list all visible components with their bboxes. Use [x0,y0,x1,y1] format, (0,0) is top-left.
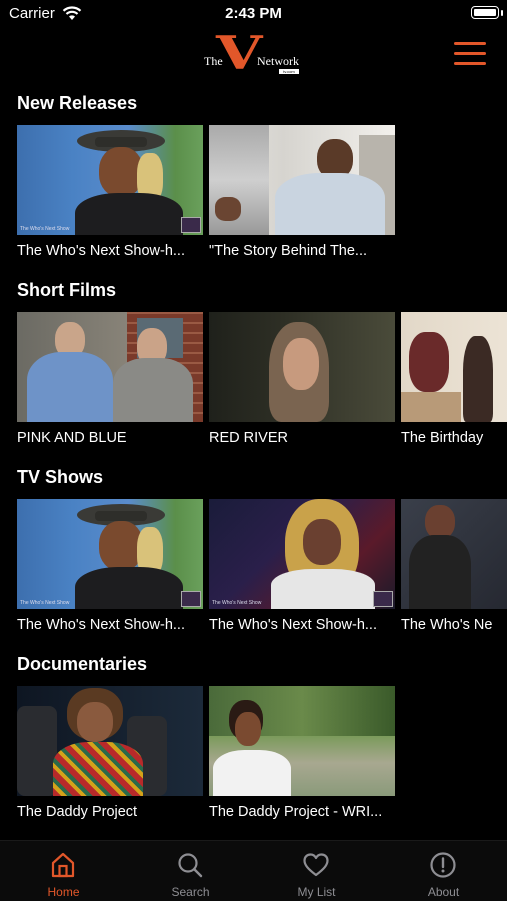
video-thumbnail[interactable] [401,312,507,422]
app-logo[interactable]: V The Network tv.com [200,28,310,78]
video-card[interactable]: PINK AND BLUE [17,312,203,446]
tab-home[interactable]: Home [0,841,127,901]
video-title: The Daddy Project - WRI... [209,804,383,820]
video-card[interactable]: RED RIVER [209,312,395,446]
thumbnail-watermark: The Who's Next Show [20,226,70,232]
logo-network: Network [257,54,299,68]
video-card[interactable]: "The Story Behind The... [209,125,395,259]
thumbnail-watermark: The Who's Next Show [212,600,262,606]
tab-search-label: Search [171,885,210,899]
video-thumbnail[interactable]: The Who's Next Show [17,499,203,609]
row-short-films[interactable]: PINK AND BLUE RED RIVER The Birthday [0,312,507,472]
video-card[interactable]: The Daddy Project [17,686,203,820]
row-new-releases[interactable]: The Who's Next Show The Who's Next Show-… [0,125,507,285]
video-card[interactable]: The Who's Next Show The Who's Next Show-… [17,125,203,259]
battery-icon [471,6,499,19]
video-title: The Who's Next Show-h... [209,617,377,633]
tab-bar: Home Search My List About [0,840,507,901]
video-card[interactable]: The Daddy Project - WRI... [209,686,395,820]
video-title: The Who's Next Show-h... [17,617,185,633]
section-title-documentaries: Documentaries [17,654,148,674]
hamburger-menu-icon[interactable] [454,42,486,66]
tab-my-list-label: My List [297,885,336,899]
logo-the: The [204,54,223,68]
logo-v: V [216,26,263,80]
tab-about-label: About [427,885,460,899]
video-thumbnail[interactable] [209,312,395,422]
logo-tag: tv.com [279,69,299,74]
video-title: The Who's Ne [401,617,493,633]
heart-icon [303,853,329,877]
row-tv-shows[interactable]: The Who's Next Show The Who's Next Show-… [0,499,507,659]
video-card[interactable]: The Birthday [401,312,507,446]
video-thumbnail[interactable] [17,312,203,422]
video-thumbnail[interactable]: The Who's Next Show [17,125,203,235]
status-bar: Carrier 2:43 PM [0,0,507,28]
tab-search[interactable]: Search [127,841,254,901]
section-title-short-films: Short Films [17,280,117,300]
video-thumbnail[interactable] [17,686,203,796]
video-thumbnail[interactable] [401,499,507,609]
video-thumbnail[interactable] [209,686,395,796]
thumbnail-badge [181,217,201,233]
thumbnail-badge [373,591,393,607]
tab-my-list[interactable]: My List [253,841,380,901]
battery-tip [501,10,503,16]
video-title: The Daddy Project [17,804,138,820]
home-icon [51,852,75,878]
video-title: The Birthday [401,430,484,446]
video-thumbnail[interactable] [209,125,395,235]
video-card[interactable]: The Who's Next Show The Who's Next Show-… [17,499,203,633]
thumbnail-badge [181,591,201,607]
section-title-tv-shows: TV Shows [17,467,104,487]
video-title: RED RIVER [209,430,288,446]
row-documentaries[interactable]: The Daddy Project The Daddy Project - WR… [0,686,507,846]
video-card[interactable]: The Who's Ne [401,499,507,633]
nav-bar: V The Network tv.com [0,28,507,80]
section-title-new-releases: New Releases [17,93,138,113]
tab-about[interactable]: About [380,841,507,901]
video-card[interactable]: The Who's Next Show The Who's Next Show-… [209,499,395,633]
thumbnail-watermark: The Who's Next Show [20,600,70,606]
video-title: The Who's Next Show-h... [17,243,185,259]
video-thumbnail[interactable]: The Who's Next Show [209,499,395,609]
tab-home-label: Home [47,885,80,899]
search-icon [178,853,203,878]
clock: 2:43 PM [225,5,282,22]
info-icon [430,852,456,878]
video-title: PINK AND BLUE [17,430,127,446]
video-title: "The Story Behind The... [209,243,368,259]
